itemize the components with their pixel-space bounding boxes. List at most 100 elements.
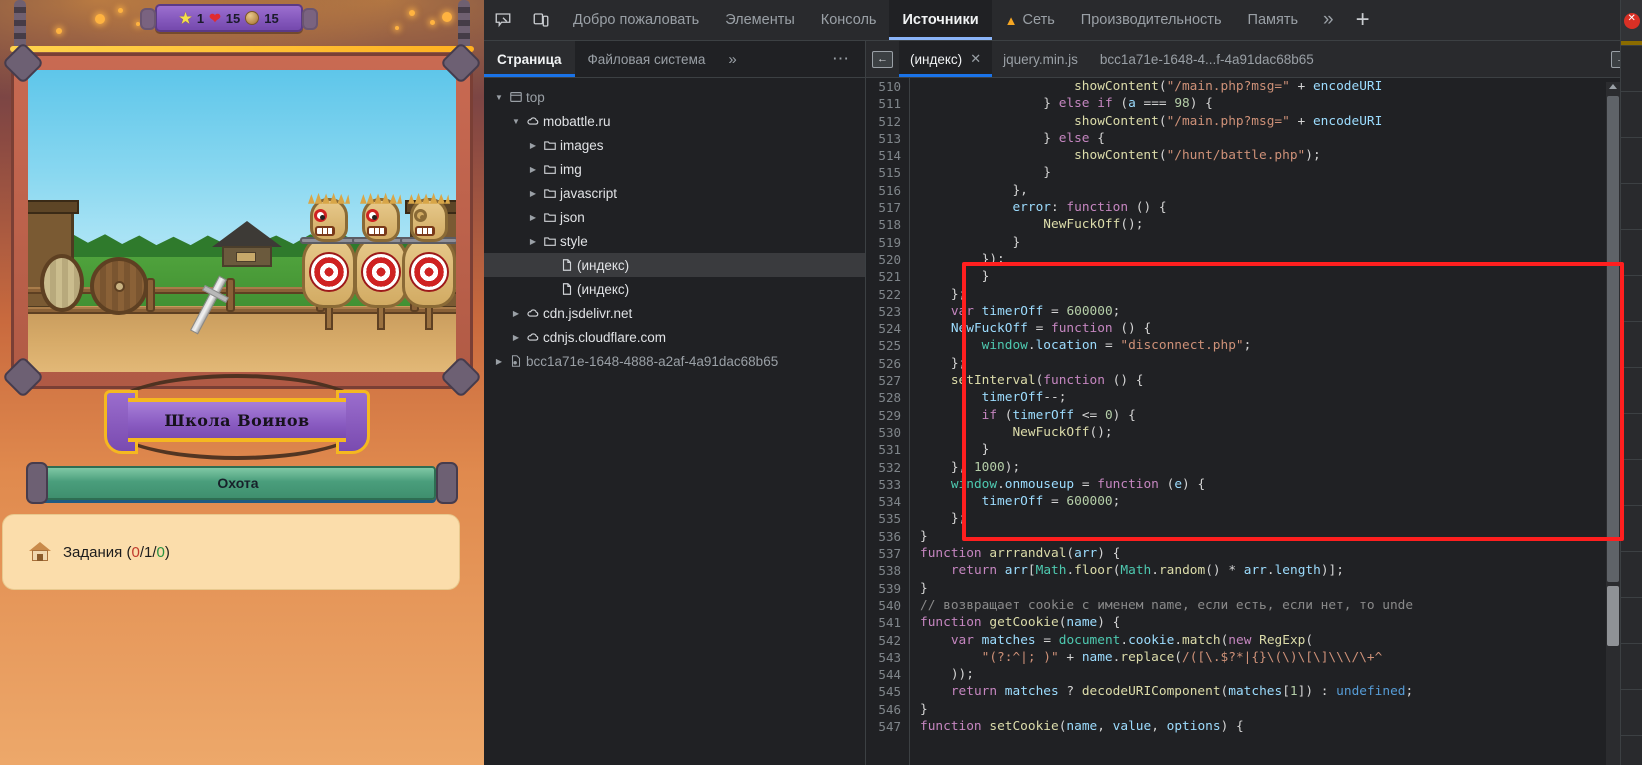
line-number[interactable]: 545 <box>866 683 901 700</box>
tree-item-json[interactable]: json <box>484 205 865 229</box>
line-number[interactable]: 514 <box>866 147 901 164</box>
line-number[interactable]: 510 <box>866 78 901 95</box>
editor-tab-jquery[interactable]: jquery.min.js <box>992 41 1089 77</box>
chevron-right-icon[interactable] <box>526 213 540 222</box>
code-line[interactable]: window.location = "disconnect.php"; <box>920 337 1642 354</box>
chevron-right-icon[interactable] <box>526 237 540 246</box>
code-line[interactable]: }; <box>920 510 1642 527</box>
code-line[interactable]: } <box>920 164 1642 181</box>
code-line[interactable]: function getCookie(name) { <box>920 614 1642 631</box>
tree-item-cdnjs-cloudflare-com[interactable]: cdnjs.cloudflare.com <box>484 325 865 349</box>
line-number[interactable]: 543 <box>866 649 901 666</box>
code-line[interactable]: }, 1000); <box>920 459 1642 476</box>
code-line[interactable]: } <box>920 268 1642 285</box>
tree-item-images[interactable]: images <box>484 133 865 157</box>
line-number[interactable]: 532 <box>866 459 901 476</box>
line-number[interactable]: 541 <box>866 614 901 631</box>
line-number[interactable]: 515 <box>866 164 901 181</box>
code-line[interactable]: } else if (a === 98) { <box>920 95 1642 112</box>
tree-item-cdn-jsdelivr-net[interactable]: cdn.jsdelivr.net <box>484 301 865 325</box>
line-number[interactable]: 520 <box>866 251 901 268</box>
line-number[interactable]: 527 <box>866 372 901 389</box>
code-line[interactable]: timerOff = 600000; <box>920 493 1642 510</box>
code-line[interactable]: return matches ? decodeURIComponent(matc… <box>920 683 1642 700</box>
code-line[interactable]: } <box>920 701 1642 718</box>
code-line[interactable]: )); <box>920 666 1642 683</box>
tab-memory[interactable]: Память <box>1235 0 1312 40</box>
scrollbar-thumb-lower[interactable] <box>1607 586 1619 646</box>
line-number[interactable]: 540 <box>866 597 901 614</box>
tab-welcome[interactable]: Добро пожаловать <box>560 0 712 40</box>
line-number[interactable]: 518 <box>866 216 901 233</box>
code-line[interactable]: NewFuckOff(); <box>920 216 1642 233</box>
line-number[interactable]: 517 <box>866 199 901 216</box>
chevron-right-icon[interactable] <box>526 141 540 150</box>
scrollbar-thumb[interactable] <box>1607 96 1619 582</box>
tab-sources[interactable]: Источники <box>889 0 991 40</box>
code-content[interactable]: showContent("/main.php?msg=" + encodeURI… <box>910 78 1642 765</box>
chevron-down-icon[interactable] <box>492 93 506 102</box>
nav-tab-filesystem[interactable]: Файловая система <box>575 41 719 77</box>
line-number[interactable]: 535 <box>866 510 901 527</box>
hunt-button[interactable]: Охота <box>40 466 436 500</box>
code-line[interactable]: }, <box>920 182 1642 199</box>
tab-elements[interactable]: Элементы <box>712 0 808 40</box>
code-line[interactable]: function setCookie(name, value, options)… <box>920 718 1642 735</box>
inspect-element-icon[interactable] <box>484 0 522 40</box>
line-number[interactable]: 536 <box>866 528 901 545</box>
code-line[interactable]: showContent("/hunt/battle.php"); <box>920 147 1642 164</box>
nav-tab-page[interactable]: Страница <box>484 41 575 77</box>
chevron-right-icon[interactable] <box>526 165 540 174</box>
chevron-right-icon[interactable] <box>509 333 523 342</box>
code-line[interactable]: if (timerOff <= 0) { <box>920 407 1642 424</box>
device-toolbar-icon[interactable] <box>522 0 560 40</box>
line-number[interactable]: 544 <box>866 666 901 683</box>
line-number[interactable]: 547 <box>866 718 901 735</box>
line-number[interactable]: 542 <box>866 632 901 649</box>
record-button-container[interactable] <box>1620 0 1642 41</box>
tab-console[interactable]: Консоль <box>808 0 890 40</box>
code-line[interactable]: var timerOff = 600000; <box>920 303 1642 320</box>
line-number[interactable]: 538 <box>866 562 901 579</box>
code-viewer[interactable]: 5105115125135145155165175185195205215225… <box>866 78 1642 765</box>
line-number[interactable]: 523 <box>866 303 901 320</box>
line-number[interactable]: 522 <box>866 286 901 303</box>
tasks-card[interactable]: Задания (0/1/0) <box>2 514 460 590</box>
code-line[interactable]: return arr[Math.floor(Math.random() * ar… <box>920 562 1642 579</box>
code-line[interactable]: showContent("/main.php?msg=" + encodeURI <box>920 113 1642 130</box>
code-line[interactable]: window.onmouseup = function (e) { <box>920 476 1642 493</box>
code-line[interactable]: }; <box>920 355 1642 372</box>
chevron-down-icon[interactable] <box>509 117 523 126</box>
tab-performance[interactable]: Производительность <box>1068 0 1235 40</box>
record-stop-icon[interactable] <box>1624 13 1640 29</box>
tree-item-javascript[interactable]: javascript <box>484 181 865 205</box>
scroll-up-arrow-icon[interactable] <box>1609 84 1617 89</box>
nav-menu-icon[interactable]: ⋯ <box>818 41 865 77</box>
editor-tab-worker[interactable]: bcc1a71e-1648-4...f-4a91dac68b65 <box>1089 41 1325 77</box>
line-number[interactable]: 539 <box>866 580 901 597</box>
editor-vertical-scrollbar[interactable] <box>1606 82 1620 765</box>
line-number[interactable]: 511 <box>866 95 901 112</box>
code-line[interactable]: NewFuckOff = function () { <box>920 320 1642 337</box>
code-line[interactable]: function arrrandval(arr) { <box>920 545 1642 562</box>
code-line[interactable]: } <box>920 234 1642 251</box>
chevron-right-icon[interactable] <box>492 357 506 366</box>
add-tab-icon[interactable]: + <box>1346 0 1380 40</box>
line-number[interactable]: 531 <box>866 441 901 458</box>
nav-overflow-icon[interactable]: » <box>718 41 746 77</box>
tree-item--[interactable]: (индекс) <box>484 253 865 277</box>
tree-item-bcc1a71e-1648-4888-a2af-4a91dac68b65[interactable]: bcc1a71e-1648-4888-a2af-4a91dac68b65 <box>484 349 865 373</box>
line-number[interactable]: 521 <box>866 268 901 285</box>
line-number[interactable]: 516 <box>866 182 901 199</box>
code-line[interactable]: var matches = document.cookie.match(new … <box>920 632 1642 649</box>
line-number[interactable]: 524 <box>866 320 901 337</box>
navigator-toggle-button[interactable]: ← <box>866 41 899 77</box>
code-line[interactable]: }); <box>920 251 1642 268</box>
code-line[interactable]: // возвращает cookie с именем name, если… <box>920 597 1642 614</box>
line-number[interactable]: 528 <box>866 389 901 406</box>
line-number[interactable]: 537 <box>866 545 901 562</box>
code-line[interactable]: } <box>920 528 1642 545</box>
code-line[interactable]: setInterval(function () { <box>920 372 1642 389</box>
code-line[interactable]: showContent("/main.php?msg=" + encodeURI <box>920 78 1642 95</box>
code-line[interactable]: "(?:^|; )" + name.replace(/([\.$?*|{}\(\… <box>920 649 1642 666</box>
